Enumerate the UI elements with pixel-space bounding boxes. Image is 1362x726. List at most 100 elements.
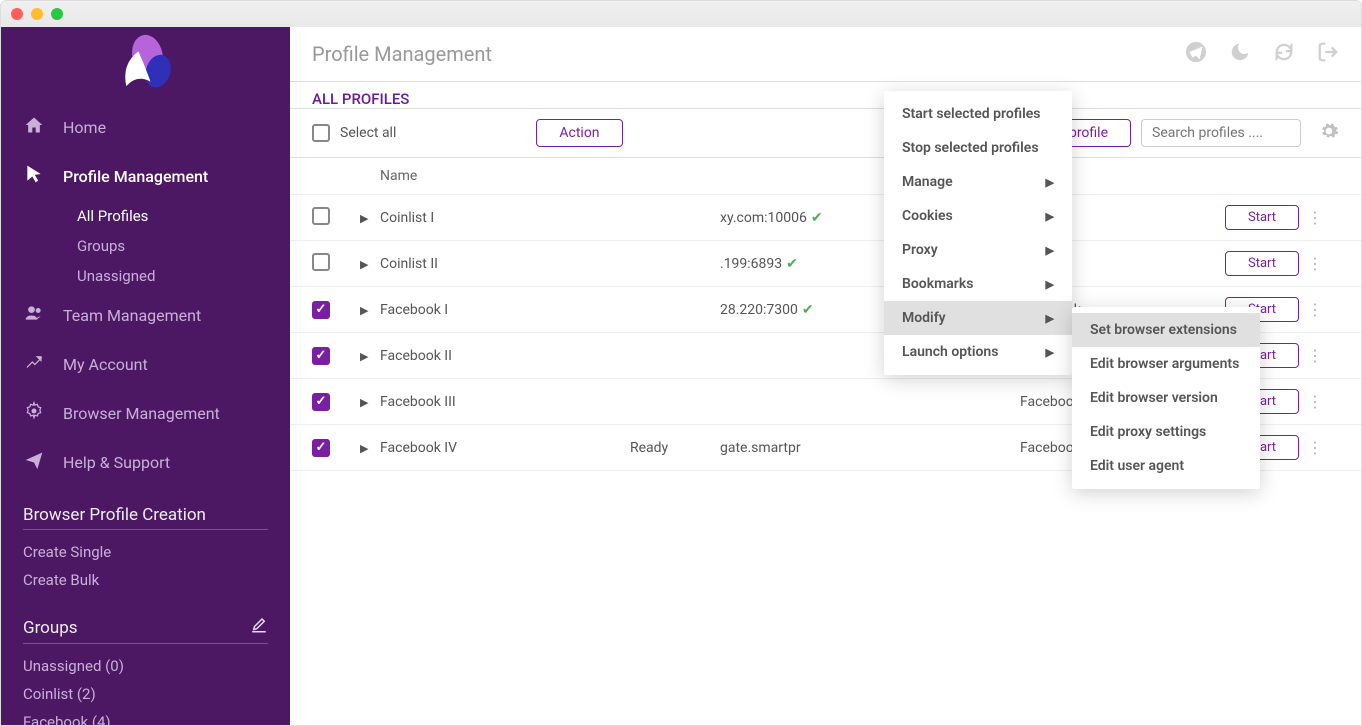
more-icon[interactable]: ⋮ [1307, 208, 1322, 227]
profile-proxy: gate.smartpr [720, 440, 900, 456]
group-link[interactable]: Coinlist (2) [23, 680, 268, 708]
action-menu-item[interactable]: Manage▶ [884, 165, 1072, 199]
modify-menu-item[interactable]: Set browser extensions [1072, 313, 1260, 347]
sidebar-section-groups: Groups [23, 616, 268, 644]
modify-menu-item[interactable]: Edit browser version [1072, 381, 1260, 415]
more-icon[interactable]: ⋮ [1307, 254, 1322, 273]
more-icon[interactable]: ⋮ [1307, 392, 1322, 411]
column-header-name: Name [380, 168, 630, 184]
account-icon [23, 352, 45, 377]
profile-proxy: .199:6893✔ [720, 256, 900, 272]
profile-status: Ready [630, 440, 720, 456]
chevron-right-icon: ▶ [1046, 346, 1054, 359]
sidebar-item-label: Team Management [63, 306, 201, 325]
section-title: ALL PROFILES [290, 82, 1361, 109]
more-icon[interactable]: ⋮ [1307, 346, 1322, 365]
expand-icon[interactable]: ▶ [360, 304, 368, 317]
modify-menu-item[interactable]: Edit user agent [1072, 449, 1260, 483]
row-checkbox[interactable] [312, 207, 330, 225]
sidebar-section-creation: Browser Profile Creation [23, 505, 268, 530]
sidebar-item-home[interactable]: Home [1, 103, 290, 152]
profile-name: Facebook II [380, 348, 630, 364]
modify-menu-item[interactable]: Edit proxy settings [1072, 415, 1260, 449]
dark-mode-icon[interactable] [1229, 41, 1251, 68]
action-menu-item[interactable]: Bookmarks▶ [884, 267, 1072, 301]
main-content: Profile Management ALL PROFILES Select a… [290, 27, 1361, 725]
profile-proxy: xy.com:10006✔ [720, 210, 900, 226]
modify-menu-item[interactable]: Edit browser arguments [1072, 347, 1260, 381]
sidebar-item-label: Home [63, 118, 106, 137]
chevron-right-icon: ▶ [1046, 176, 1054, 189]
select-all-label: Select all [340, 125, 396, 141]
creation-link[interactable]: Create Bulk [23, 566, 268, 594]
expand-icon[interactable]: ▶ [360, 258, 368, 271]
sidebar-item-profile-management[interactable]: Profile Management [1, 152, 290, 201]
check-icon: ✔ [811, 210, 823, 226]
group-link[interactable]: Unassigned (0) [23, 652, 268, 680]
sidebar-subitem-unassigned[interactable]: Unassigned [77, 261, 290, 291]
expand-icon[interactable]: ▶ [360, 396, 368, 409]
sidebar-item-team-management[interactable]: Team Management [1, 291, 290, 340]
chevron-right-icon: ▶ [1046, 210, 1054, 223]
profile-row: ▶Coinlist II.199:6893✔UnknownCoinlistSta… [290, 241, 1361, 287]
titlebar [1, 1, 1361, 27]
profile-row: ▶Coinlist Ixy.com:10006✔UnknownCoinlistS… [290, 195, 1361, 241]
sidebar-item-my-account[interactable]: My Account [1, 340, 290, 389]
action-menu-item[interactable]: Launch options▶ [884, 335, 1072, 369]
row-checkbox[interactable] [312, 347, 330, 365]
check-icon: ✔ [786, 256, 798, 272]
telegram-icon[interactable] [1185, 41, 1207, 68]
refresh-icon[interactable] [1273, 41, 1295, 68]
sidebar-subitem-all-profiles[interactable]: All Profiles [77, 201, 290, 231]
sidebar-subitem-groups[interactable]: Groups [77, 231, 290, 261]
chevron-right-icon: ▶ [1046, 278, 1054, 291]
window-minimize-button[interactable] [31, 8, 43, 20]
team-icon [23, 303, 45, 328]
app-logo [1, 27, 290, 103]
sidebar-item-help-&-support[interactable]: Help & Support [1, 438, 290, 487]
row-checkbox[interactable] [312, 393, 330, 411]
creation-link[interactable]: Create Single [23, 538, 268, 566]
sidebar-item-browser-management[interactable]: Browser Management [1, 389, 290, 438]
more-icon[interactable]: ⋮ [1307, 300, 1322, 319]
row-checkbox[interactable] [312, 439, 330, 457]
logout-icon[interactable] [1317, 41, 1339, 68]
action-dropdown: Start selected profilesStop selected pro… [884, 91, 1072, 375]
expand-icon[interactable]: ▶ [360, 350, 368, 363]
modify-submenu: Set browser extensionsEdit browser argum… [1072, 307, 1260, 489]
row-checkbox[interactable] [312, 253, 330, 271]
profile-name: Facebook III [380, 394, 630, 410]
gear-icon [23, 401, 45, 426]
action-menu-item[interactable]: Stop selected profiles [884, 131, 1072, 165]
profile-proxy: 28.220:7300✔ [720, 302, 900, 318]
action-menu-item[interactable]: Modify▶ [884, 301, 1072, 335]
expand-icon[interactable]: ▶ [360, 212, 368, 225]
select-all-checkbox[interactable] [312, 124, 330, 142]
start-button[interactable]: Start [1225, 205, 1299, 230]
action-menu-item[interactable]: Cookies▶ [884, 199, 1072, 233]
sidebar: HomeProfile ManagementAll ProfilesGroups… [1, 27, 290, 725]
profile-name: Facebook IV [380, 440, 630, 456]
more-icon[interactable]: ⋮ [1307, 438, 1322, 457]
expand-icon[interactable]: ▶ [360, 442, 368, 455]
window-close-button[interactable] [11, 8, 23, 20]
page-title: Profile Management [312, 42, 492, 66]
home-icon [23, 115, 45, 140]
edit-icon[interactable] [250, 616, 268, 639]
start-button[interactable]: Start [1225, 251, 1299, 276]
settings-icon[interactable] [1319, 121, 1339, 146]
action-button[interactable]: Action [536, 119, 622, 147]
action-menu-item[interactable]: Proxy▶ [884, 233, 1072, 267]
sidebar-item-label: Profile Management [63, 167, 208, 186]
profile-name: Facebook I [380, 302, 630, 318]
row-checkbox[interactable] [312, 301, 330, 319]
sidebar-item-label: Help & Support [63, 453, 170, 472]
chevron-right-icon: ▶ [1046, 244, 1054, 257]
action-menu-item[interactable]: Start selected profiles [884, 97, 1072, 131]
window-maximize-button[interactable] [51, 8, 63, 20]
group-link[interactable]: Facebook (4) [23, 708, 268, 726]
sidebar-item-label: My Account [63, 355, 148, 374]
sidebar-item-label: Browser Management [63, 404, 220, 423]
chevron-right-icon: ▶ [1046, 312, 1054, 325]
search-input[interactable] [1141, 119, 1301, 147]
